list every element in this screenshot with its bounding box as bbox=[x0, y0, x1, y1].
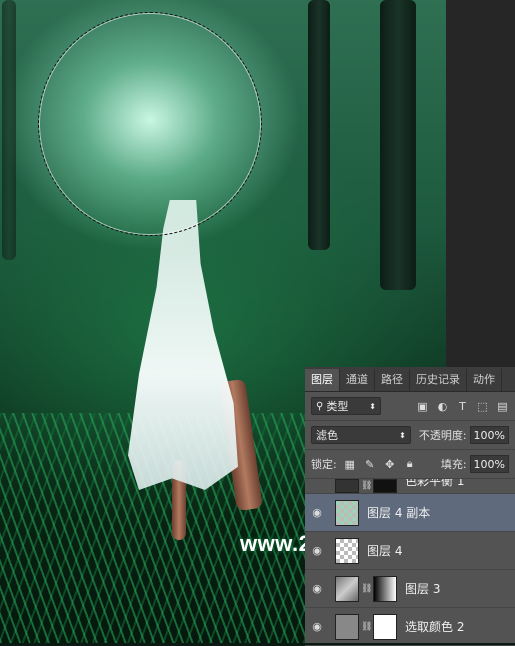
fill-input[interactable]: 100% bbox=[469, 455, 509, 473]
pixel-filter-icon[interactable]: ▣ bbox=[416, 400, 429, 413]
blend-opacity-row: 滤色 ⬍ 不透明度: 100% bbox=[305, 421, 515, 450]
shape-filter-icon[interactable]: ⬚ bbox=[476, 400, 489, 413]
tab-paths[interactable]: 路径 bbox=[375, 369, 410, 391]
eye-icon[interactable]: ◉ bbox=[305, 506, 329, 519]
smart-object-filter-icon[interactable]: ▤ bbox=[496, 400, 509, 413]
layer-mask-thumbnail bbox=[373, 613, 397, 640]
white-dress-figure bbox=[128, 200, 238, 490]
filter-icons: ▣ ◐ T ⬚ ▤ bbox=[416, 400, 509, 413]
move-icon[interactable]: ✥ bbox=[383, 457, 397, 471]
lock-fill-row: 锁定: ▦ ✎ ✥ 🔒︎ 填充: 100% bbox=[305, 450, 515, 479]
tab-actions[interactable]: 动作 bbox=[467, 369, 502, 391]
search-icon: ⚲ bbox=[316, 400, 324, 412]
layer-thumbnail bbox=[335, 575, 359, 602]
panel-tab-bar: 图层 通道 路径 历史记录 动作 bbox=[305, 367, 515, 392]
layer-row[interactable]: ◉ 图层 4 bbox=[305, 532, 515, 570]
lock-icon[interactable]: 🔒︎ bbox=[403, 457, 417, 471]
type-filter-icon[interactable]: T bbox=[456, 400, 469, 413]
tree-trunk bbox=[380, 0, 416, 290]
layer-name: 选取颜色 2 bbox=[405, 620, 465, 634]
tree-trunk bbox=[308, 0, 330, 250]
opacity-input[interactable]: 100% bbox=[469, 426, 509, 444]
tab-channels[interactable]: 通道 bbox=[340, 369, 375, 391]
layer-name: 图层 3 bbox=[405, 582, 441, 596]
checker-icon[interactable]: ▦ bbox=[343, 457, 357, 471]
adjustment-thumbnail bbox=[335, 479, 359, 493]
eye-icon[interactable]: ◉ bbox=[305, 620, 329, 633]
layer-name: 图层 4 副本 bbox=[367, 506, 431, 520]
eye-icon[interactable]: ◉ bbox=[305, 544, 329, 557]
layer-row-selected[interactable]: ◉ 图层 4 副本 bbox=[305, 494, 515, 532]
layers-panel: 图层 通道 路径 历史记录 动作 ⚲ 类型 ⬍ ▣ ◐ T ⬚ ▤ 滤色 ⬍ 不… bbox=[305, 367, 515, 646]
tab-layers[interactable]: 图层 bbox=[305, 369, 340, 391]
blend-mode-select[interactable]: 滤色 ⬍ bbox=[311, 426, 411, 444]
layers-list: ⛓︎ 色彩平衡 1 ◉ 图层 4 副本 ◉ 图层 4 ◉ ⛓︎ 图层 3 ◉ ⛓… bbox=[305, 479, 515, 646]
filter-kind-value: 类型 bbox=[326, 400, 349, 413]
canvas-background-area bbox=[446, 0, 515, 367]
chain-icon[interactable]: ⛓︎ bbox=[361, 481, 372, 491]
chain-icon[interactable]: ⛓︎ bbox=[361, 584, 372, 594]
layer-thumbnail bbox=[335, 499, 359, 526]
adjustment-thumbnail bbox=[335, 613, 359, 640]
layer-mask-thumbnail bbox=[373, 575, 397, 602]
filter-kind-select[interactable]: ⚲ 类型 ⬍ bbox=[311, 397, 381, 415]
layer-thumbnail bbox=[335, 537, 359, 564]
layer-name: 色彩平衡 1 bbox=[405, 479, 465, 488]
layer-row[interactable]: ◉ ⛓︎ 图层 3 bbox=[305, 570, 515, 608]
dropdown-arrow-icon: ⬍ bbox=[369, 401, 376, 411]
layer-row[interactable]: ◉ ⛓︎ 选取颜色 2 bbox=[305, 608, 515, 646]
chain-icon[interactable]: ⛓︎ bbox=[361, 622, 372, 632]
dropdown-arrow-icon: ⬍ bbox=[399, 430, 406, 440]
opacity-label: 不透明度: bbox=[418, 429, 467, 442]
fill-label: 填充: bbox=[440, 458, 467, 471]
eye-icon[interactable]: ◉ bbox=[305, 582, 329, 595]
tree-trunk bbox=[2, 0, 16, 260]
lock-label: 锁定: bbox=[311, 458, 337, 471]
tab-history[interactable]: 历史记录 bbox=[410, 369, 467, 391]
brush-icon[interactable]: ✎ bbox=[363, 457, 377, 471]
layer-mask-thumbnail bbox=[373, 479, 397, 493]
blend-mode-value: 滤色 bbox=[316, 429, 338, 442]
layer-filter-row: ⚲ 类型 ⬍ ▣ ◐ T ⬚ ▤ bbox=[305, 392, 515, 421]
adjustment-filter-icon[interactable]: ◐ bbox=[436, 400, 449, 413]
layer-name: 图层 4 bbox=[367, 544, 403, 558]
elliptical-selection-marquee[interactable] bbox=[38, 12, 262, 236]
layer-row[interactable]: ⛓︎ 色彩平衡 1 bbox=[305, 479, 515, 494]
